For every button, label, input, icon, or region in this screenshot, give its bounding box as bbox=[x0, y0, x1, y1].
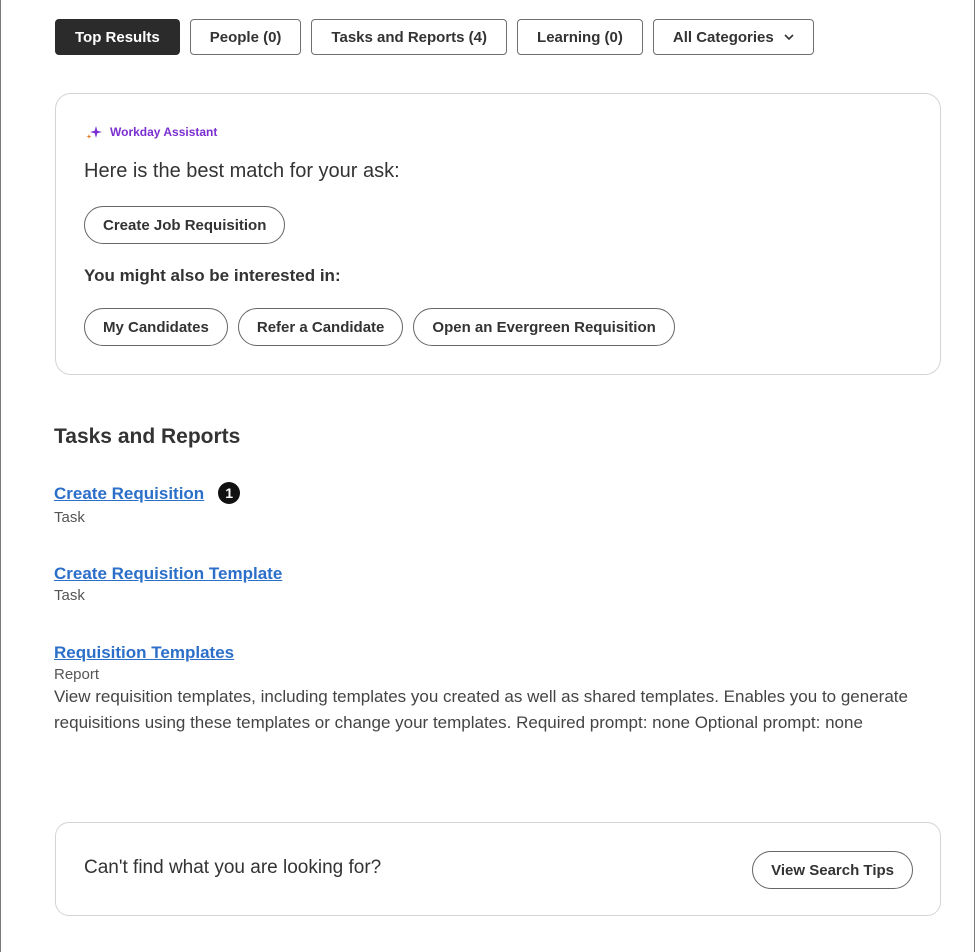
result-type: Task bbox=[54, 587, 85, 604]
assistant-label: Workday Assistant bbox=[110, 125, 218, 139]
create-requisition-template-link[interactable]: Create Requisition Template bbox=[54, 564, 282, 584]
search-help-card: Can't find what you are looking for? Vie… bbox=[55, 822, 941, 916]
filter-tasks-reports[interactable]: Tasks and Reports (4) bbox=[311, 19, 508, 55]
view-search-tips-button[interactable]: View Search Tips bbox=[752, 851, 913, 889]
suggestion-chips: My Candidates Refer a Candidate Open an … bbox=[84, 308, 675, 346]
my-candidates-chip[interactable]: My Candidates bbox=[84, 308, 228, 346]
create-job-requisition-chip[interactable]: Create Job Requisition bbox=[84, 206, 286, 244]
all-categories-label: All Categories bbox=[672, 28, 774, 46]
open-evergreen-requisition-chip[interactable]: Open an Evergreen Requisition bbox=[413, 308, 675, 346]
result-item: Create Requisition Template Task bbox=[54, 564, 282, 604]
chevron-down-icon bbox=[784, 34, 794, 41]
result-item: Requisition Templates Report View requis… bbox=[54, 643, 924, 736]
tasks-reports-heading: Tasks and Reports bbox=[54, 425, 241, 448]
filter-all-categories[interactable]: All Categories bbox=[652, 19, 814, 55]
result-description: View requisition templates, including te… bbox=[54, 687, 908, 732]
filter-top-results[interactable]: Top Results bbox=[55, 19, 180, 55]
filter-bar: Top Results People (0) Tasks and Reports… bbox=[55, 19, 814, 55]
filter-people[interactable]: People (0) bbox=[189, 19, 302, 55]
assistant-card: Workday Assistant Here is the best match… bbox=[55, 93, 941, 375]
sparkle-icon bbox=[86, 126, 102, 139]
assistant-prompt: Here is the best match for your ask: bbox=[84, 160, 400, 182]
assistant-header: Workday Assistant bbox=[86, 124, 217, 140]
result-type: Report bbox=[54, 666, 100, 683]
search-help-question: Can't find what you are looking for? bbox=[84, 857, 382, 878]
result-item: Create Requisition 1 Task bbox=[54, 482, 241, 526]
filter-learning[interactable]: Learning (0) bbox=[517, 19, 643, 55]
step-marker-badge: 1 bbox=[218, 482, 241, 504]
refer-candidate-chip[interactable]: Refer a Candidate bbox=[237, 308, 404, 346]
also-interested-label: You might also be interested in: bbox=[84, 266, 341, 285]
result-type: Task bbox=[54, 509, 85, 526]
create-requisition-link[interactable]: Create Requisition bbox=[54, 484, 204, 504]
requisition-templates-link[interactable]: Requisition Templates bbox=[54, 643, 234, 663]
